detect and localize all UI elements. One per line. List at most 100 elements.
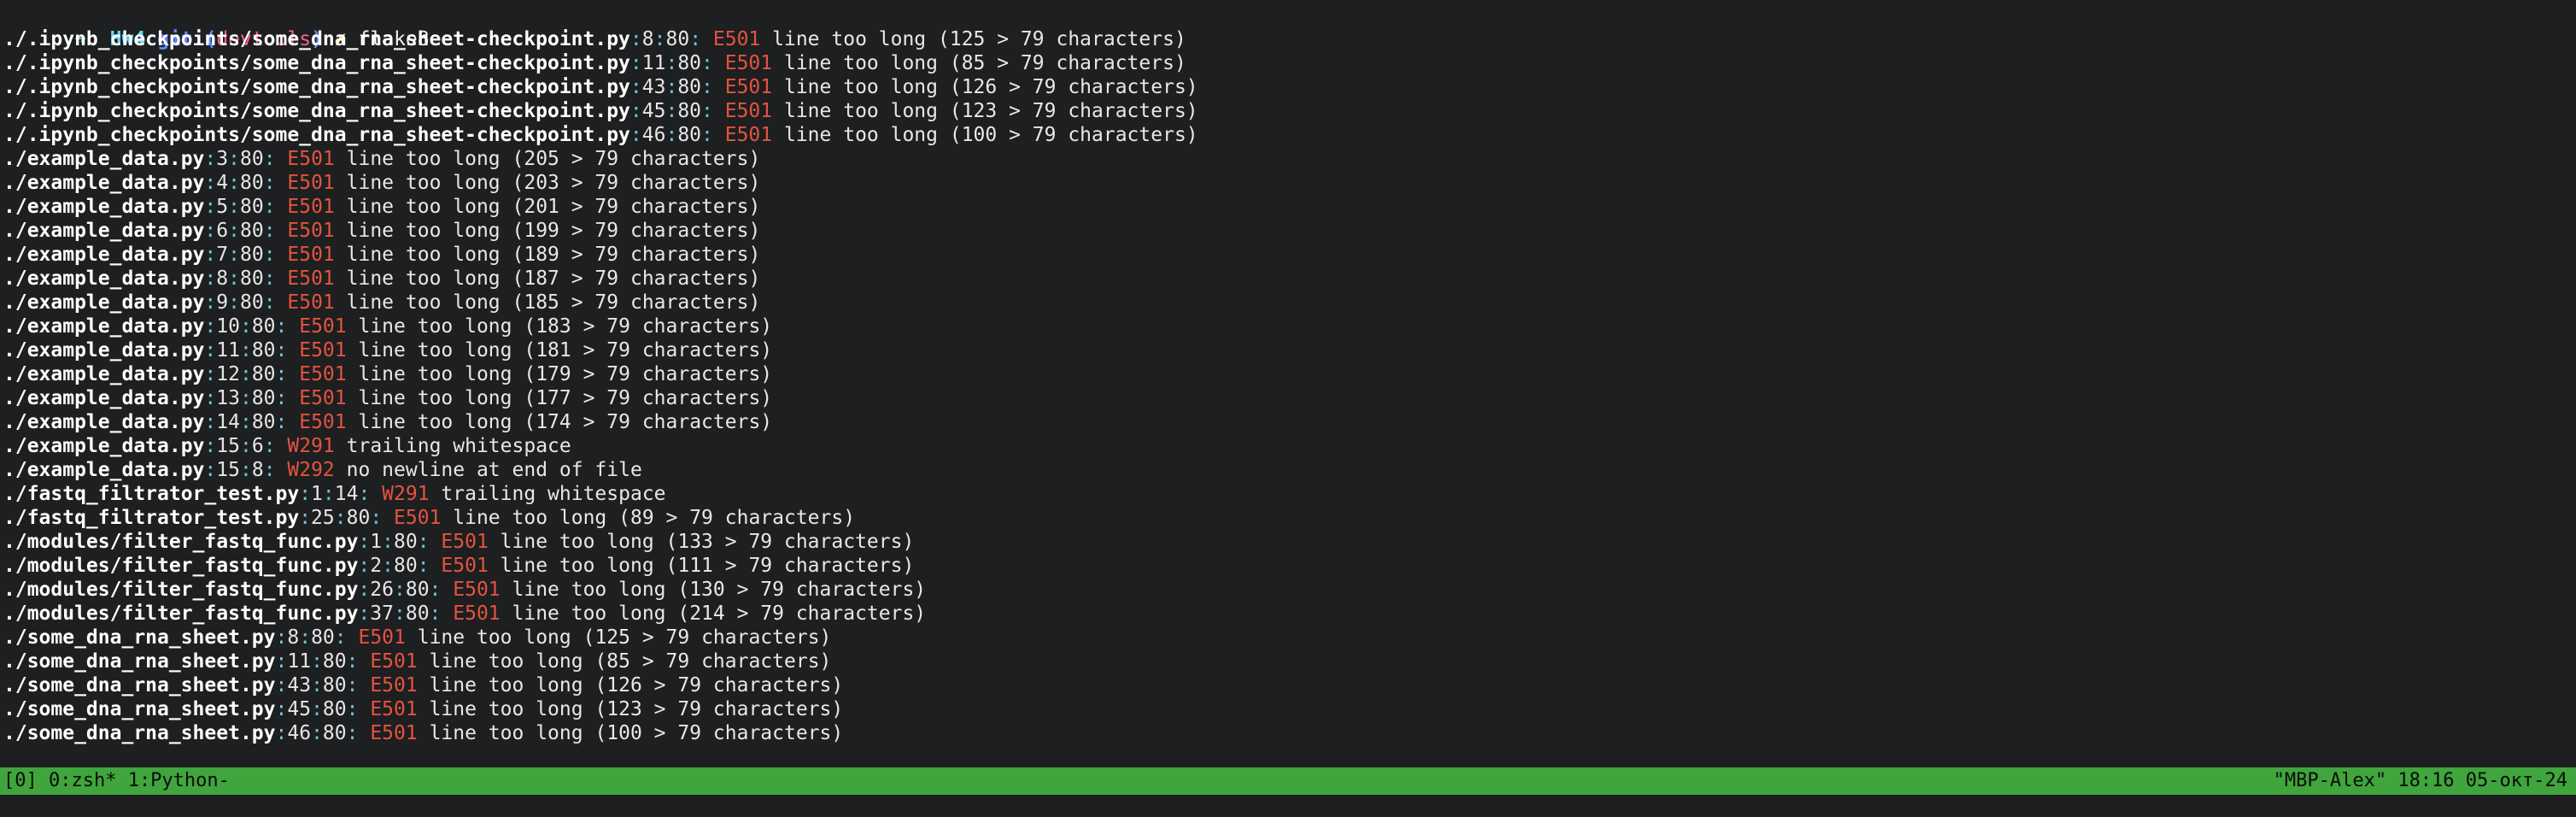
lint-column-number: 80 <box>346 507 371 529</box>
lint-line-number: 43 <box>287 674 312 697</box>
lint-message: line too long (123 > 79 characters) <box>783 100 1198 122</box>
lint-spacer <box>772 124 784 146</box>
lint-line-number: 2 <box>370 555 383 577</box>
lint-message: line too long (183 > 79 characters) <box>358 315 773 338</box>
lint-error-code: E501 <box>299 363 347 385</box>
lint-error-code: E501 <box>287 220 335 242</box>
lint-sep: : <box>204 411 217 433</box>
lint-spacer <box>347 339 359 361</box>
lint-message: line too long (126 > 79 characters) <box>783 76 1198 98</box>
lint-message: line too long (181 > 79 characters) <box>358 339 773 361</box>
lint-sep: : <box>204 148 217 170</box>
lint-file: ./some_dna_rna_sheet.py <box>3 650 276 673</box>
lint-sep: : <box>701 76 725 98</box>
lint-spacer <box>418 674 430 697</box>
lint-sep: : <box>393 579 406 601</box>
lint-spacer <box>418 698 430 720</box>
lint-column-number: 80 <box>239 244 264 266</box>
lint-line-number: 1 <box>370 531 383 553</box>
lint-sep: : <box>263 291 288 314</box>
lint-sep: : <box>689 28 713 50</box>
lint-sep: : <box>701 124 725 146</box>
lint-sep: : <box>346 722 371 744</box>
lint-file: ./.ipynb_checkpoints/some_dna_rna_sheet-… <box>3 52 630 74</box>
lint-line-number: 46 <box>641 124 666 146</box>
lint-sep: : <box>322 483 335 505</box>
lint-sep: : <box>263 244 288 266</box>
lint-sep: : <box>239 387 252 409</box>
lint-spacer <box>347 363 359 385</box>
lint-spacer <box>335 220 347 242</box>
lint-row: ./.ipynb_checkpoints/some_dna_rna_sheet-… <box>3 99 2576 123</box>
lint-sep: : <box>382 531 394 553</box>
lint-file: ./fastq_filtrator_test.py <box>3 507 300 529</box>
lint-file: ./some_dna_rna_sheet.py <box>3 674 276 697</box>
lint-spacer <box>335 148 347 170</box>
lint-line-number: 37 <box>370 602 394 625</box>
lint-error-code: W291 <box>287 435 335 457</box>
lint-sep: : <box>665 52 678 74</box>
lint-line-number: 4 <box>216 172 229 194</box>
lint-message: line too long (126 > 79 characters) <box>429 674 844 697</box>
lint-spacer <box>406 626 418 649</box>
lint-row: ./modules/filter_fastq_func.py:26:80: E5… <box>3 578 2576 602</box>
terminal-window[interactable]: ➜ Hw4 git:(devtools) ✗ flake8 ./.ipynb_c… <box>0 0 2576 792</box>
lint-sep: : <box>417 531 442 553</box>
lint-error-code: E501 <box>287 148 335 170</box>
lint-sep: : <box>299 507 312 529</box>
lint-error-code: E501 <box>287 244 335 266</box>
lint-column-number: 80 <box>677 100 702 122</box>
lint-error-code: E501 <box>287 196 335 218</box>
tmux-window-list[interactable]: [0] 0:zsh* 1:Python- <box>3 767 230 795</box>
lint-output: ./.ipynb_checkpoints/some_dna_rna_sheet-… <box>3 27 2576 745</box>
lint-sep: : <box>382 555 394 577</box>
lint-column-number: 80 <box>239 291 264 314</box>
lint-line-number: 6 <box>216 220 229 242</box>
lint-column-number: 80 <box>251 363 276 385</box>
lint-sep: : <box>311 650 323 673</box>
lint-spacer <box>347 411 359 433</box>
lint-line-number: 15 <box>216 459 240 481</box>
lint-file: ./modules/filter_fastq_func.py <box>3 555 359 577</box>
lint-sep: : <box>239 459 252 481</box>
lint-line-number: 14 <box>216 411 240 433</box>
lint-file: ./example_data.py <box>3 267 205 290</box>
lint-sep: : <box>228 196 240 218</box>
lint-file: ./.ipynb_checkpoints/some_dna_rna_sheet-… <box>3 100 630 122</box>
prompt-line-current[interactable]: ➜ Hw4 git:(devtools) ✗ <box>3 745 2576 792</box>
lint-message: trailing whitespace <box>346 435 571 457</box>
lint-line-number: 3 <box>216 148 229 170</box>
lint-message: line too long (174 > 79 characters) <box>358 411 773 433</box>
lint-row: ./example_data.py:14:80: E501 line too l… <box>3 410 2576 434</box>
lint-message: line too long (85 > 79 characters) <box>783 52 1186 74</box>
lint-row: ./.ipynb_checkpoints/some_dna_rna_sheet-… <box>3 27 2576 51</box>
lint-row: ./example_data.py:7:80: E501 line too lo… <box>3 243 2576 267</box>
lint-spacer <box>335 172 347 194</box>
lint-file: ./modules/filter_fastq_func.py <box>3 579 359 601</box>
lint-error-code: E501 <box>299 315 347 338</box>
lint-sep: : <box>358 579 371 601</box>
lint-sep: : <box>204 267 217 290</box>
lint-row: ./modules/filter_fastq_func.py:2:80: E50… <box>3 554 2576 578</box>
lint-row: ./example_data.py:3:80: E501 line too lo… <box>3 147 2576 171</box>
lint-error-code: W292 <box>287 459 335 481</box>
lint-sep: : <box>701 52 725 74</box>
lint-sep: : <box>665 100 678 122</box>
lint-column-number: 80 <box>677 52 702 74</box>
lint-error-code: W291 <box>382 483 430 505</box>
lint-line-number: 10 <box>216 315 240 338</box>
lint-row: ./modules/filter_fastq_func.py:1:80: E50… <box>3 530 2576 554</box>
lint-error-code: E501 <box>724 52 773 74</box>
lint-sep: : <box>228 220 240 242</box>
prompt-line: ➜ Hw4 git:(devtools) ✗ flake8 <box>3 3 2576 50</box>
lint-error-code: E501 <box>287 267 335 290</box>
lint-file: ./modules/filter_fastq_func.py <box>3 531 359 553</box>
lint-row: ./example_data.py:10:80: E501 line too l… <box>3 314 2576 338</box>
lint-file: ./example_data.py <box>3 435 205 457</box>
lint-column-number: 80 <box>394 555 418 577</box>
lint-error-code: E501 <box>370 650 418 673</box>
lint-error-code: E501 <box>453 602 501 625</box>
lint-column-number: 80 <box>239 172 264 194</box>
lint-row: ./some_dna_rna_sheet.py:8:80: E501 line … <box>3 626 2576 649</box>
lint-sep: : <box>358 483 383 505</box>
